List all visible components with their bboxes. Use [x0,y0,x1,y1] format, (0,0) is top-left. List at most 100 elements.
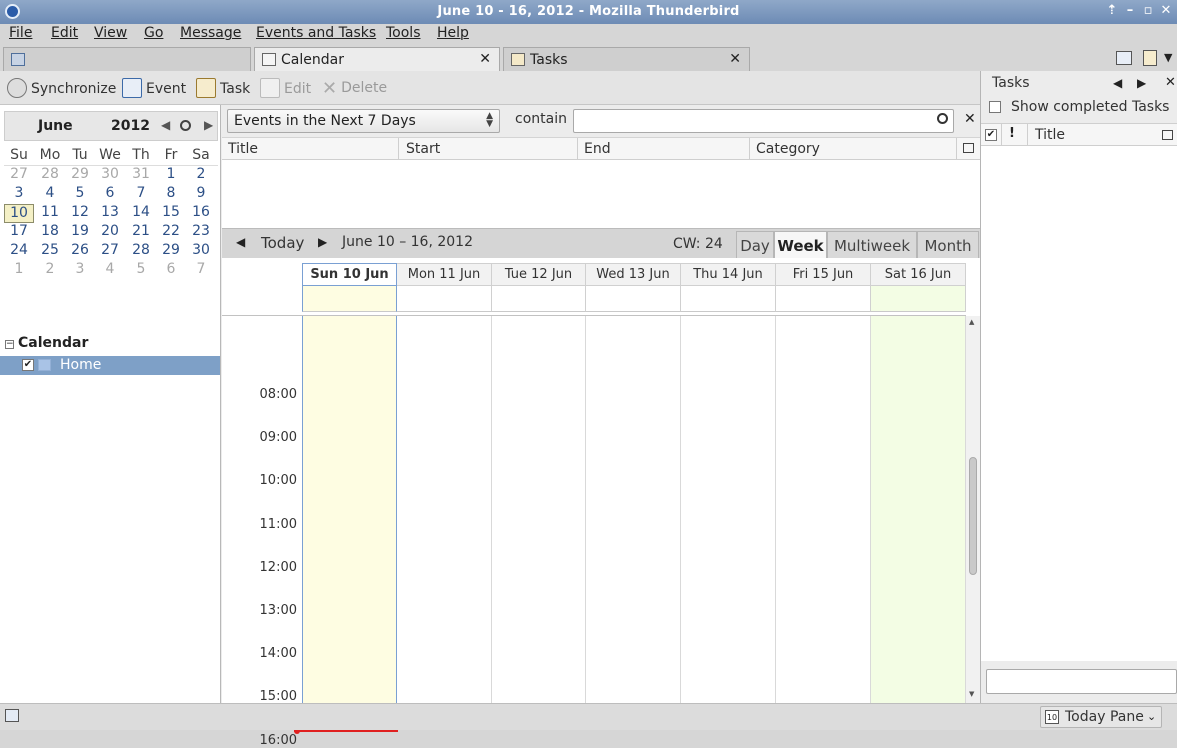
calendar-item-home[interactable]: ✔ Home [0,356,220,375]
column-category[interactable]: Category [756,141,820,157]
view-month-button[interactable]: Month [917,231,979,259]
close-filter-icon[interactable]: ✕ [964,111,976,127]
allday-cell[interactable] [871,286,966,312]
menu-events-and-tasks[interactable]: Events and Tasks [256,25,376,41]
new-task-button[interactable]: Task [196,78,250,98]
view-week-button[interactable]: Week [774,231,827,259]
minimonth-month[interactable]: June [38,118,73,134]
maximize-icon[interactable]: ▫ [1140,3,1156,18]
minimonth-day[interactable]: 12 [65,204,95,223]
minimonth-day[interactable]: 24 [4,242,34,261]
allday-cell[interactable] [302,286,397,312]
day-column[interactable] [586,316,681,703]
close-window-icon[interactable]: ✕ [1158,3,1174,18]
minimonth-day[interactable]: 30 [186,242,216,261]
allday-cell[interactable] [681,286,776,312]
next-week-icon[interactable]: ▶ [318,235,327,249]
new-event-button[interactable]: Event [122,78,186,98]
day-column[interactable] [492,316,586,703]
minimonth-day[interactable]: 18 [35,223,65,242]
task-list[interactable] [981,146,1177,661]
show-completed-checkbox[interactable] [989,101,1001,113]
minimonth-day[interactable]: 20 [95,223,125,242]
minimonth-day[interactable]: 29 [156,242,186,261]
previous-week-icon[interactable]: ◀ [236,235,245,249]
minimonth-day[interactable]: 11 [35,204,65,223]
menu-go[interactable]: Go [144,25,163,41]
minimonth-year[interactable]: 2012 [111,118,150,134]
allday-cell[interactable] [397,286,492,312]
minimonth-day[interactable]: 5 [126,261,156,280]
minimonth-day[interactable]: 17 [4,223,34,242]
menu-edit[interactable]: Edit [51,25,78,41]
day-header[interactable]: Sat 16 Jun [871,263,966,286]
previous-month-icon[interactable]: ◀ [161,118,170,132]
window-up-icon[interactable]: ⇡ [1104,3,1120,18]
minimonth-day[interactable]: 28 [126,242,156,261]
scroll-up-icon[interactable]: ▲ [969,318,974,326]
minimonth-day[interactable]: 2 [35,261,65,280]
quick-add-task-input[interactable] [986,669,1177,694]
minimonth-day[interactable]: 1 [156,166,186,185]
synchronize-button[interactable]: Synchronize [7,78,116,98]
tab-tasks[interactable]: Tasks ✕ [503,47,750,71]
task-title-column[interactable]: Title [1035,127,1065,143]
minimonth-day[interactable]: 15 [156,204,186,223]
close-pane-icon[interactable]: ✕ [1165,75,1176,90]
scroll-down-icon[interactable]: ▼ [969,690,974,698]
calendar-list-header[interactable]: − Calendar [5,335,88,351]
menu-tools[interactable]: Tools [386,25,421,41]
search-icon[interactable] [937,113,948,124]
today-pane-button[interactable]: 10 Today Pane ⌄ [1040,706,1162,728]
event-list[interactable] [222,160,980,228]
allday-cell[interactable] [492,286,586,312]
column-start[interactable]: Start [406,141,440,157]
day-header[interactable]: Tue 12 Jun [492,263,586,286]
minimonth-day[interactable]: 23 [186,223,216,242]
minimonth-day[interactable]: 10 [4,204,34,223]
minimonth-day[interactable]: 7 [186,261,216,280]
minimonth-day[interactable]: 5 [65,185,95,204]
week-scrollbar[interactable]: ▲ ▼ [966,316,980,703]
menu-help[interactable]: Help [437,25,469,41]
minimonth-day[interactable]: 3 [65,261,95,280]
day-column[interactable] [776,316,871,703]
scrollbar-thumb[interactable] [969,457,977,575]
allday-cell[interactable] [586,286,681,312]
minimonth-day[interactable]: 4 [95,261,125,280]
minimonth-day[interactable]: 4 [35,185,65,204]
pane-next-icon[interactable]: ▶ [1137,76,1146,90]
collapse-icon[interactable]: − [5,340,14,349]
minimonth-day[interactable]: 7 [126,185,156,204]
minimize-icon[interactable]: – [1122,3,1138,18]
minimonth-day[interactable]: 16 [186,204,216,223]
menu-message[interactable]: Message [180,25,241,41]
task-column-picker-icon[interactable] [1162,130,1173,140]
task-mode-icon[interactable] [1143,50,1157,66]
column-picker-icon[interactable] [963,143,974,153]
close-tab-icon[interactable]: ✕ [479,51,491,67]
minimonth-day[interactable]: 3 [4,185,34,204]
minimonth-day[interactable]: 14 [126,204,156,223]
activity-icon[interactable] [5,709,19,722]
day-header[interactable]: Thu 14 Jun [681,263,776,286]
tab-list-dropdown-icon[interactable]: ▼ [1164,51,1172,64]
allday-cell[interactable] [776,286,871,312]
delete-button[interactable]: ✕ Delete [322,78,387,99]
column-end[interactable]: End [584,141,611,157]
minimonth-day[interactable]: 27 [95,242,125,261]
priority-column-icon[interactable]: ! [1009,126,1015,141]
completed-column-icon[interactable]: ✔ [985,129,997,141]
minimonth-day[interactable]: 13 [95,204,125,223]
day-column[interactable] [681,316,776,703]
day-header[interactable]: Fri 15 Jun [776,263,871,286]
day-column[interactable] [871,316,966,703]
today-button[interactable]: Today [261,234,304,252]
minimonth-day[interactable]: 6 [95,185,125,204]
minimonth-day[interactable]: 19 [65,223,95,242]
column-title[interactable]: Title [228,141,258,157]
minimonth-day[interactable]: 9 [186,185,216,204]
tab-mail[interactable] [3,47,251,71]
minimonth-day[interactable]: 6 [156,261,186,280]
menu-view[interactable]: View [94,25,127,41]
